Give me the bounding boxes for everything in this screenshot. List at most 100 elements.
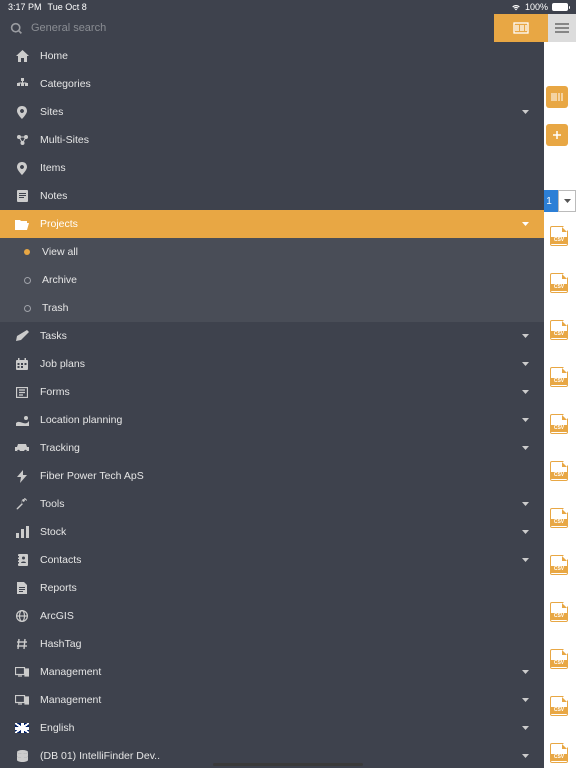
hamburger-icon <box>555 23 569 33</box>
csv-file-icon[interactable]: CSV <box>550 367 568 387</box>
scan-action-button[interactable] <box>546 86 568 108</box>
nav-label: Management <box>40 666 522 678</box>
nav-location-planning[interactable]: Location planning <box>0 406 544 434</box>
csv-file-icon[interactable]: CSV <box>550 320 568 340</box>
nav-label: Multi-Sites <box>40 134 530 146</box>
csv-file-icon[interactable]: CSV <box>550 555 568 575</box>
expand-icon <box>522 752 530 760</box>
ios-status-bar: 3:17 PM Tue Oct 8 100% <box>0 0 576 14</box>
nav-label: Categories <box>40 78 530 90</box>
nav-forms[interactable]: Forms <box>0 378 544 406</box>
nav-label: ArcGIS <box>40 610 530 622</box>
multisites-icon <box>14 133 30 147</box>
nav-management-1[interactable]: Management <box>0 658 544 686</box>
nav-multisites[interactable]: Multi-Sites <box>0 126 544 154</box>
ring-icon <box>22 275 32 285</box>
csv-file-icon[interactable]: CSV <box>550 649 568 669</box>
nav-projects-trash[interactable]: Trash <box>0 294 544 322</box>
expand-icon <box>522 332 530 340</box>
nav-label: HashTag <box>40 638 530 650</box>
nav-label: Reports <box>40 582 530 594</box>
expand-icon <box>522 108 530 116</box>
nav-label: Tasks <box>40 330 522 342</box>
csv-file-icon[interactable]: CSV <box>550 273 568 293</box>
nav-items[interactable]: Items <box>0 154 544 182</box>
bolt-icon <box>14 469 30 483</box>
nav-stock[interactable]: Stock <box>0 518 544 546</box>
nav-projects-archive[interactable]: Archive <box>0 266 544 294</box>
categories-icon <box>14 77 30 91</box>
pin-icon <box>14 161 30 175</box>
expand-icon <box>522 556 530 564</box>
nav-label: Stock <box>40 526 522 538</box>
nav-arcgis[interactable]: ArcGIS <box>0 602 544 630</box>
expand-icon <box>522 500 530 508</box>
battery-icon <box>552 3 568 11</box>
nav-projects-viewall[interactable]: View all <box>0 238 544 266</box>
stock-icon <box>14 525 30 539</box>
search-input[interactable] <box>31 22 484 34</box>
csv-file-icon[interactable]: CSV <box>550 508 568 528</box>
nav-label: Tools <box>40 498 522 510</box>
add-button[interactable] <box>546 124 568 146</box>
flag-uk-icon <box>14 721 30 735</box>
nav-label: Home <box>40 50 530 62</box>
nav-label: Forms <box>40 386 522 398</box>
nav-jobplans[interactable]: Job plans <box>0 350 544 378</box>
pin-icon <box>14 105 30 119</box>
home-indicator[interactable] <box>213 763 363 766</box>
location-plan-icon <box>14 413 30 427</box>
nav-tools[interactable]: Tools <box>0 490 544 518</box>
scan-button[interactable] <box>494 14 548 42</box>
notes-icon <box>14 189 30 203</box>
plus-icon <box>552 130 562 140</box>
nav-contacts[interactable]: Contacts <box>0 546 544 574</box>
csv-file-icon[interactable]: CSV <box>550 743 568 763</box>
wifi-icon <box>511 3 521 11</box>
nav-label: Fiber Power Tech ApS <box>40 470 530 482</box>
sub-label: View all <box>42 246 78 258</box>
contacts-icon <box>14 553 30 567</box>
search-icon[interactable] <box>10 22 23 35</box>
csv-file-icon[interactable]: CSV <box>550 696 568 716</box>
nav-label: English <box>40 722 522 734</box>
csv-file-icon[interactable]: CSV <box>550 414 568 434</box>
expand-icon <box>522 444 530 452</box>
nav-home[interactable]: Home <box>0 42 544 70</box>
sub-label: Trash <box>42 302 68 314</box>
nav-categories[interactable]: Categories <box>0 70 544 98</box>
nav-management-2[interactable]: Management <box>0 686 544 714</box>
nav-label: Location planning <box>40 414 522 426</box>
nav-language[interactable]: English <box>0 714 544 742</box>
nav-notes[interactable]: Notes <box>0 182 544 210</box>
pagination[interactable]: 1 <box>540 190 576 212</box>
calendar-icon <box>14 357 30 371</box>
report-icon <box>14 581 30 595</box>
nav-label: (DB 01) IntelliFinder Dev.. <box>40 750 522 762</box>
active-dot-icon <box>22 247 32 257</box>
csv-file-icon[interactable]: CSV <box>550 226 568 246</box>
nav-tracking[interactable]: Tracking <box>0 434 544 462</box>
barcode-icon <box>551 92 563 102</box>
nav-label: Notes <box>40 190 530 202</box>
nav-sites[interactable]: Sites <box>0 98 544 126</box>
home-icon <box>14 49 30 63</box>
wrench-icon <box>14 497 30 511</box>
page-dropdown[interactable] <box>558 190 576 212</box>
nav-label: Sites <box>40 106 522 118</box>
status-date: Tue Oct 8 <box>48 2 87 12</box>
nav-label: Contacts <box>40 554 522 566</box>
menu-toggle-button[interactable] <box>548 14 576 42</box>
nav-label: Items <box>40 162 530 174</box>
csv-file-icon[interactable]: CSV <box>550 602 568 622</box>
nav-company[interactable]: Fiber Power Tech ApS <box>0 462 544 490</box>
nav-tasks[interactable]: Tasks <box>0 322 544 350</box>
nav-reports[interactable]: Reports <box>0 574 544 602</box>
nav-hashtag[interactable]: HashTag <box>0 630 544 658</box>
csv-file-icon[interactable]: CSV <box>550 461 568 481</box>
nav-projects[interactable]: Projects <box>0 210 544 238</box>
globe-icon <box>14 609 30 623</box>
top-bar <box>0 14 576 42</box>
expand-icon <box>522 360 530 368</box>
expand-icon <box>522 416 530 424</box>
